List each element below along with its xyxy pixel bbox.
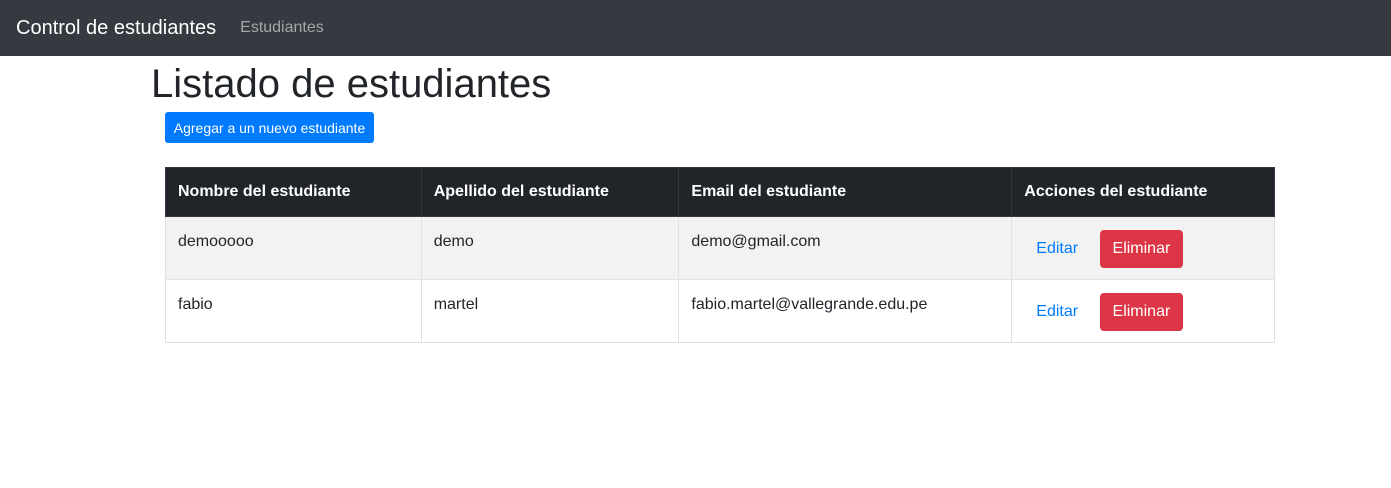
students-table: Nombre del estudiante Apellido del estud… (165, 167, 1275, 343)
cell-apellido: martel (420, 279, 680, 343)
cell-email: demo@gmail.com (678, 216, 1013, 280)
header-nombre: Nombre del estudiante (165, 167, 422, 217)
header-acciones: Acciones del estudiante (1011, 167, 1275, 217)
cell-actions: Editar Eliminar (1011, 216, 1275, 280)
cell-nombre: demooooo (165, 216, 422, 280)
header-apellido: Apellido del estudiante (420, 167, 680, 217)
cell-nombre: fabio (165, 279, 422, 343)
edit-button[interactable]: Editar (1024, 297, 1090, 327)
delete-button[interactable]: Eliminar (1099, 293, 1184, 331)
cell-email: fabio.martel@vallegrande.edu.pe (678, 279, 1013, 343)
table-row: fabio martel fabio.martel@vallegrande.ed… (165, 279, 1275, 343)
delete-button[interactable]: Eliminar (1099, 230, 1184, 268)
top-navbar: Control de estudiantes Estudiantes (0, 0, 1391, 56)
page-title: Listado de estudiantes (151, 62, 552, 106)
table-body: demooooo demo demo@gmail.com Editar Elim… (165, 216, 1275, 343)
header-email: Email del estudiante (678, 167, 1013, 217)
students-table-container: Nombre del estudiante Apellido del estud… (165, 167, 1275, 343)
cell-apellido: demo (420, 216, 680, 280)
cell-actions: Editar Eliminar (1011, 279, 1275, 343)
table-row: demooooo demo demo@gmail.com Editar Elim… (165, 216, 1275, 280)
table-header: Nombre del estudiante Apellido del estud… (165, 167, 1275, 217)
navbar-brand[interactable]: Control de estudiantes (16, 17, 216, 40)
table-header-row: Nombre del estudiante Apellido del estud… (165, 167, 1275, 217)
edit-button[interactable]: Editar (1024, 234, 1090, 264)
nav-link-estudiantes[interactable]: Estudiantes (240, 19, 324, 37)
add-student-button[interactable]: Agregar a un nuevo estudiante (165, 112, 374, 143)
